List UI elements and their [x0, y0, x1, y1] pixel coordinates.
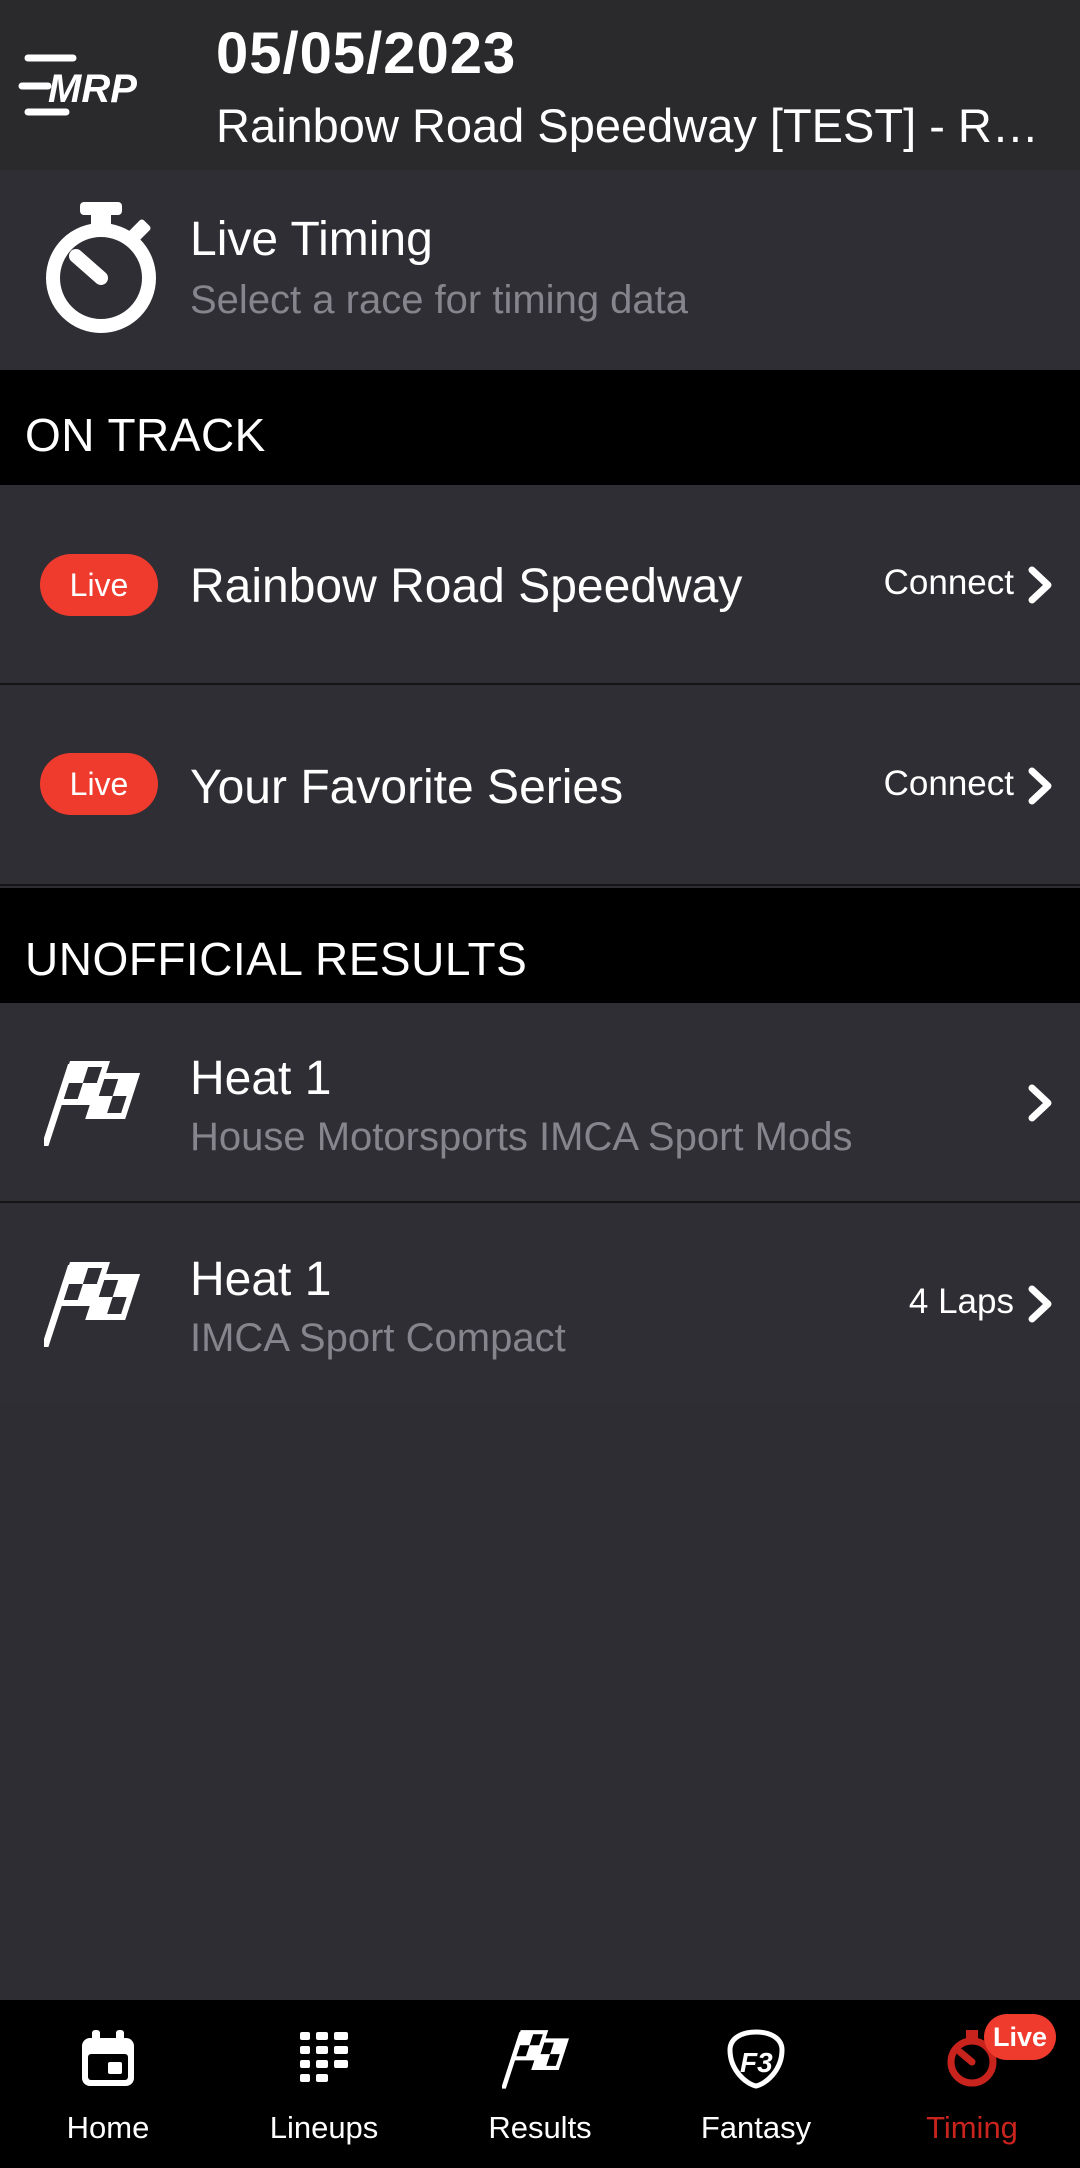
app-header: MRP 05/05/2023 Rainbow Road Speedway [TE… [0, 0, 1080, 170]
live-badge: Live [40, 554, 158, 616]
on-track-section-header: ON TRACK [0, 370, 1080, 485]
heat-title: Heat 1 [190, 1253, 332, 1306]
class-name: House Motorsports IMCA Sport Mods [190, 1115, 853, 1159]
tab-label: Results [488, 2110, 592, 2145]
result-row-heat-1-sport-mods[interactable]: Heat 1 House Motorsports IMCA Sport Mods [0, 1003, 1080, 1203]
tab-label: Fantasy [700, 2110, 812, 2145]
tab-fantasy[interactable]: F3 Fantasy [648, 2000, 864, 2168]
fantasy-shield-icon: F3 [727, 2029, 785, 2089]
tab-label: Lineups [269, 2110, 379, 2145]
svg-text:MRP: MRP [48, 67, 137, 111]
on-track-row-rainbow-road[interactable]: Live Rainbow Road Speedway Connect [0, 485, 1080, 685]
live-timing-title: Live Timing [190, 213, 433, 266]
checkered-flag-icon [502, 2030, 570, 2089]
mrp-menu-logo-icon[interactable]: MRP [18, 50, 153, 122]
tab-lineups[interactable]: Lineups [216, 2000, 432, 2168]
live-timing-subtitle: Select a race for timing data [190, 278, 689, 322]
live-timing-banner [0, 170, 1080, 370]
section-title: UNOFFICIAL RESULTS [25, 933, 528, 985]
header-date: 05/05/2023 [216, 21, 517, 86]
svg-text:F3: F3 [740, 2047, 773, 2078]
chevron-right-icon [1028, 767, 1052, 805]
tab-results[interactable]: Results [432, 2000, 648, 2168]
on-track-row-favorite-series[interactable]: Live Your Favorite Series Connect [0, 686, 1080, 886]
heat-title: Heat 1 [190, 1052, 332, 1105]
tab-home[interactable]: Home [0, 2000, 216, 2168]
calendar-icon [82, 2030, 134, 2086]
timing-live-badge: Live [984, 2014, 1056, 2060]
connect-label[interactable]: Connect [884, 764, 1014, 804]
checkered-flag-icon [44, 1262, 141, 1347]
live-badge: Live [40, 753, 158, 815]
track-name: Rainbow Road Speedway [190, 560, 743, 613]
checkered-flag-icon [44, 1061, 141, 1146]
chevron-right-icon [1028, 566, 1052, 604]
chevron-right-icon [1028, 1084, 1052, 1122]
bottom-tab-bar: Home Lineups Results F3 Fantasy Timing [0, 2000, 1080, 2168]
series-name: Your Favorite Series [190, 761, 624, 814]
connect-label[interactable]: Connect [884, 563, 1014, 603]
section-title: ON TRACK [25, 409, 266, 461]
unofficial-results-section-header: UNOFFICIAL RESULTS [0, 888, 1080, 1003]
class-name: IMCA Sport Compact [190, 1316, 566, 1360]
header-subtitle[interactable]: Rainbow Road Speedway [TEST] - Re... [216, 98, 1056, 153]
result-row-heat-1-sport-compact[interactable]: Heat 1 IMCA Sport Compact 4 Laps [0, 1204, 1080, 1404]
stopwatch-icon [46, 202, 156, 333]
laps-count: 4 Laps [908, 1282, 1014, 1321]
tab-label: Timing [926, 2110, 1018, 2145]
lineups-list-icon [300, 2032, 348, 2082]
tab-label: Home [66, 2110, 150, 2145]
chevron-right-icon [1028, 1285, 1052, 1323]
